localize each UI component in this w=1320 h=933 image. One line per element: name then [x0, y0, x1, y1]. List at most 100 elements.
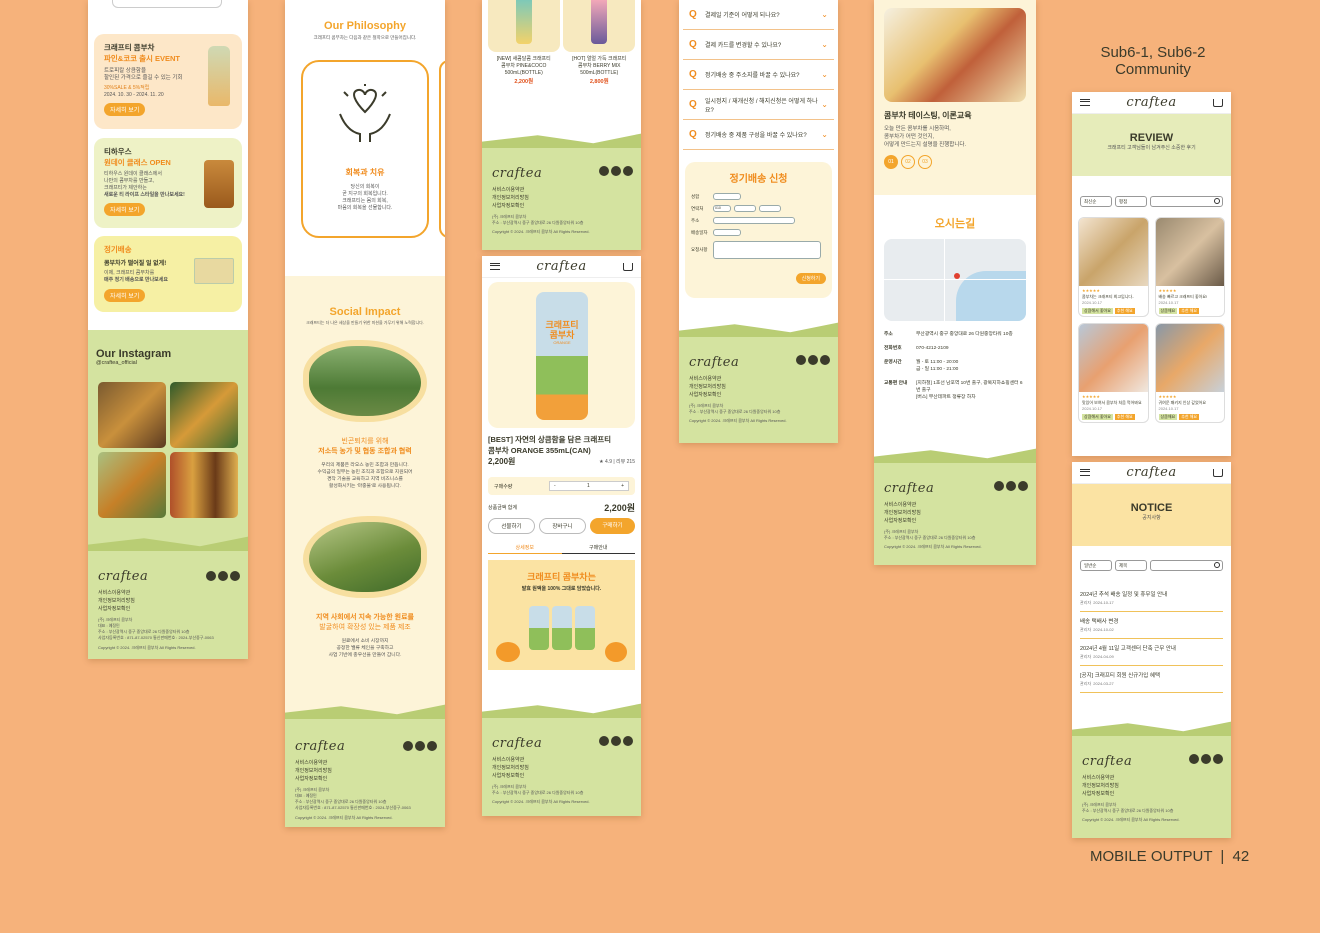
cart-icon[interactable] — [622, 262, 633, 271]
review-card[interactable]: ★★★★★ 귀여운 패키지 인상 깊었어요 2024.10.17 상큼해요 추천 해요 — [1154, 323, 1225, 423]
footer-link[interactable]: 사업자정보확인 — [492, 202, 631, 210]
footer-link[interactable]: 개인정보처리방침 — [98, 597, 238, 605]
product-card[interactable]: [NEW] 새콤달콤 크래프티 콤부차 PINE&COCO 500mL(BOTT… — [487, 0, 560, 85]
youtube-icon[interactable] — [623, 736, 633, 746]
instagram-icon[interactable] — [1006, 481, 1016, 491]
faq-item[interactable]: Q 일시정지 / 재개신청 / 해지신청은 어떻게 하나요? ⌄ — [683, 90, 834, 120]
instagram-photo[interactable] — [98, 382, 166, 448]
youtube-icon[interactable] — [623, 166, 633, 176]
facebook-icon[interactable] — [1189, 754, 1199, 764]
tab-detail[interactable]: 상세정보 — [488, 544, 562, 554]
facebook-icon[interactable] — [994, 481, 1004, 491]
event-detail-button[interactable]: 자세히 보기 — [104, 203, 146, 216]
qty-value[interactable]: 1 — [587, 483, 590, 489]
faq-item[interactable]: Q 결제 카드를 변경할 수 있나요? ⌄ — [683, 30, 834, 60]
phone-field[interactable] — [759, 205, 781, 212]
footer-link[interactable]: 사업자정보확인 — [98, 605, 238, 613]
filter-select[interactable]: 제목 — [1115, 560, 1147, 571]
footer-link[interactable]: 서비스이용약관 — [295, 759, 435, 767]
instagram-photo[interactable] — [170, 382, 238, 448]
footer-link[interactable]: 사업자정보확인 — [884, 517, 1026, 525]
youtube-icon[interactable] — [1018, 481, 1028, 491]
instagram-icon[interactable] — [808, 355, 818, 365]
step-dot-3[interactable]: 03 — [918, 155, 932, 169]
footer-link[interactable]: 개인정보처리방침 — [689, 383, 828, 391]
search-icon[interactable] — [1214, 198, 1220, 204]
footer-link[interactable]: 서비스이용약관 — [492, 186, 631, 194]
chevron-down-icon[interactable]: ⌄ — [821, 10, 828, 19]
cart-icon[interactable] — [1212, 468, 1223, 477]
notice-row-title[interactable]: 2024년 4월 11일 고객센터 단축 근무 안내 — [1080, 644, 1223, 652]
map[interactable] — [884, 239, 1026, 321]
step-dot-2[interactable]: 02 — [901, 155, 915, 169]
sort-select[interactable]: 최신순 — [1080, 196, 1112, 207]
instagram-icon[interactable] — [611, 736, 621, 746]
facebook-icon[interactable] — [206, 571, 216, 581]
footer-link[interactable]: 서비스이용약관 — [689, 375, 828, 383]
search-input[interactable] — [1150, 560, 1223, 571]
footer-link[interactable]: 서비스이용약관 — [492, 756, 631, 764]
header-logo[interactable]: craftea — [1126, 465, 1176, 480]
review-card[interactable]: ★★★★★ 콤부차는 크래프티 최고입니다.. 2024.10.17 상큼해서 좋아요… — [1078, 217, 1149, 317]
header-logo[interactable]: craftea — [536, 259, 586, 274]
facebook-icon[interactable] — [599, 166, 609, 176]
gift-button[interactable]: 선물하기 — [488, 518, 535, 534]
search-input[interactable] — [1150, 196, 1223, 207]
plus-icon[interactable]: + — [621, 483, 624, 489]
notice-row[interactable]: 2024년 추석 배송 일정 및 휴무일 안내 관리자 2024-10-17 — [1080, 585, 1223, 612]
footer-link[interactable]: 서비스이용약관 — [98, 589, 238, 597]
footer-link[interactable]: 개인정보처리방침 — [884, 509, 1026, 517]
faq-item[interactable]: Q 결제일 기준이 어떻게 되나요? ⌄ — [683, 0, 834, 30]
event-detail-button[interactable]: 자세히 보기 — [104, 103, 146, 116]
footer-link[interactable]: 사업자정보확인 — [689, 391, 828, 399]
menu-icon[interactable] — [490, 263, 500, 270]
footer-link[interactable]: 사업자정보확인 — [295, 775, 435, 783]
facebook-icon[interactable] — [403, 741, 413, 751]
chevron-down-icon[interactable]: ⌄ — [821, 130, 828, 139]
notice-row[interactable]: 배송 택배사 변경 관리자 2024-10-02 — [1080, 612, 1223, 639]
facebook-icon[interactable] — [599, 736, 609, 746]
search-icon[interactable] — [1214, 562, 1220, 568]
phone-prefix-select[interactable]: 010 — [713, 205, 731, 212]
qty-stepper[interactable]: - 1 + — [549, 481, 629, 491]
footer-link[interactable]: 사업자정보확인 — [492, 772, 631, 780]
chevron-down-icon[interactable]: ⌄ — [821, 40, 828, 49]
event-card-1[interactable]: 크래프티 콤부차 파인&코코 출시 EVENT 트로피칼 상큼함을 할인된 가격… — [94, 34, 242, 129]
chevron-down-icon[interactable]: ⌄ — [821, 70, 828, 79]
submit-button[interactable]: 신청하기 — [795, 273, 826, 284]
filter-select[interactable]: 평점 — [1115, 196, 1147, 207]
footer-link[interactable]: 개인정보처리방침 — [492, 764, 631, 772]
event-card-2[interactable]: 티하우스 원데이 클래스 OPEN 티하우스 원데이 클래스에서 나만의 콤부차… — [94, 138, 242, 228]
product-card[interactable]: [HOT] 얼얼 가득 크래프티 콤부차 BERRY MIX 500mL(BOT… — [563, 0, 636, 85]
footer-link[interactable]: 개인정보처리방침 — [1082, 782, 1221, 790]
instagram-icon[interactable] — [415, 741, 425, 751]
menu-icon[interactable] — [1080, 469, 1090, 476]
minus-icon[interactable]: - — [554, 483, 556, 489]
sort-select[interactable]: 일반순 — [1080, 560, 1112, 571]
footer-link[interactable]: 사업자정보확인 — [1082, 790, 1221, 798]
notice-row[interactable]: [공지] 크래프티 회원 신규가입 혜택 관리자 2024-03-27 — [1080, 666, 1223, 693]
address-field[interactable] — [713, 217, 795, 224]
instagram-photo[interactable] — [170, 452, 238, 518]
menu-icon[interactable] — [1080, 99, 1090, 106]
youtube-icon[interactable] — [230, 571, 240, 581]
footer-link[interactable]: 서비스이용약관 — [884, 501, 1026, 509]
notice-row-title[interactable]: 배송 택배사 변경 — [1080, 617, 1223, 625]
footer-link[interactable]: 개인정보처리방침 — [492, 194, 631, 202]
chevron-down-icon[interactable]: ⌄ — [821, 100, 828, 109]
name-field[interactable] — [713, 193, 741, 200]
phone-field[interactable] — [734, 205, 756, 212]
notice-row-title[interactable]: 2024년 추석 배송 일정 및 휴무일 안내 — [1080, 590, 1223, 598]
tab-guide[interactable]: 구매안내 — [561, 544, 635, 554]
request-field[interactable] — [713, 241, 821, 259]
footer-link[interactable]: 개인정보처리방침 — [295, 767, 435, 775]
faq-item[interactable]: Q 정기배송 중 주소지를 바꿀 수 있나요? ⌄ — [683, 60, 834, 90]
youtube-icon[interactable] — [1213, 754, 1223, 764]
review-card[interactable]: ★★★★★ 맛있어 보여서 콤부차 처음 먹어봐요 2024.10.17 상큼해서 좋… — [1078, 323, 1149, 423]
youtube-icon[interactable] — [820, 355, 830, 365]
footer-link[interactable]: 서비스이용약관 — [1082, 774, 1221, 782]
date-field[interactable] — [713, 229, 741, 236]
event-card-3[interactable]: 정기배송 콤부차가 떨어질 일 없게! 이제, 크래프티 콤부차를 매주 정기 … — [94, 236, 242, 312]
review-card[interactable]: ★★★★★ 배송 빠르고 크래프티 좋아요! 2024.10.17 상큼해요 추천 해요 — [1154, 217, 1225, 317]
notice-row[interactable]: 2024년 4월 11일 고객센터 단축 근무 안내 관리자 2024-04-09 — [1080, 639, 1223, 666]
